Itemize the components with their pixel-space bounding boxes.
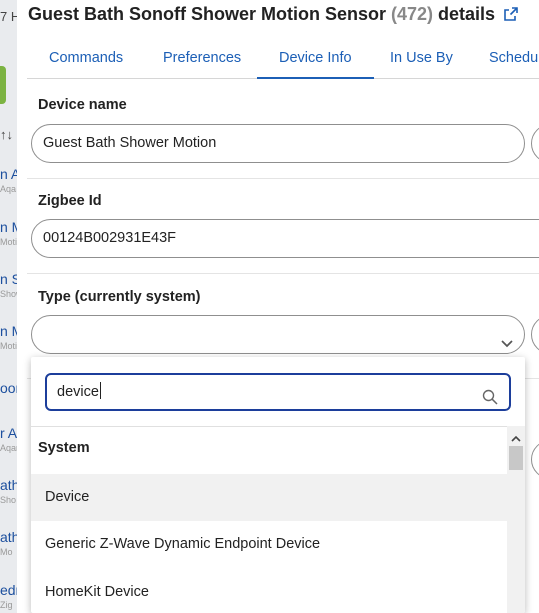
- tab-in-use-by[interactable]: In Use By: [368, 36, 475, 79]
- type-search-value: device: [57, 384, 99, 400]
- option-generic-zwave-dynamic-endpoint-device[interactable]: Generic Z-Wave Dynamic Endpoint Device: [31, 521, 507, 568]
- chevron-up-icon[interactable]: [511, 430, 521, 442]
- background-fragment: Sho: [0, 495, 17, 505]
- search-icon: [482, 384, 498, 405]
- type-side-button[interactable]: [531, 315, 539, 354]
- background-fragment: r Ac: [0, 425, 17, 441]
- tab-preferences[interactable]: Preferences: [141, 36, 263, 79]
- external-link-icon[interactable]: [503, 6, 519, 22]
- text-caret: [99, 382, 101, 399]
- type-select[interactable]: [31, 315, 525, 354]
- device-name-side-button[interactable]: [531, 124, 539, 163]
- lower-side-button[interactable]: [531, 440, 539, 479]
- background-fragment: n M: [0, 219, 17, 235]
- background-page: 7 H ↑↓ n A Aqa n M Moti n S Show n M Motic oon r Ac…: [0, 0, 17, 613]
- divider: [27, 178, 539, 179]
- device-name-input[interactable]: Guest Bath Shower Motion: [31, 124, 525, 163]
- background-fragment: edro: [0, 582, 17, 598]
- tab-schedule[interactable]: Schedul: [467, 36, 539, 79]
- background-fragment: 7 H: [0, 9, 17, 24]
- option-homekit-device[interactable]: HomeKit Device: [31, 569, 507, 613]
- background-fragment: Show: [0, 289, 17, 299]
- type-label: Type (currently system): [38, 289, 201, 305]
- device-id-count: (472): [391, 3, 434, 24]
- background-fragment: athr: [0, 529, 17, 545]
- device-title: Guest Bath Sonoff Shower Motion Sensor: [28, 3, 387, 24]
- device-details-dialog: Guest Bath Sonoff Shower Motion Sensor (…: [17, 0, 539, 613]
- tab-device-info[interactable]: Device Info: [257, 36, 374, 79]
- option-group-label: System: [38, 440, 90, 456]
- background-fragment: Aqar: [0, 443, 17, 453]
- tab-commands[interactable]: Commands: [27, 36, 145, 79]
- chevron-down-icon: [500, 328, 514, 348]
- background-fragment: n M: [0, 323, 17, 339]
- dropdown-divider: [31, 426, 525, 427]
- background-fragment: oon: [0, 380, 17, 396]
- background-fragment: n S: [0, 271, 17, 287]
- background-fragment: Aqa: [0, 184, 17, 194]
- type-search-input[interactable]: device: [45, 373, 511, 411]
- option-device[interactable]: Device: [31, 474, 507, 521]
- background-fragment: Motic: [0, 341, 17, 351]
- background-fragment: Zig: [0, 600, 13, 610]
- device-name-label: Device name: [38, 97, 127, 113]
- type-dropdown-panel: device System Device Generic Z-Wave Dyna…: [31, 357, 525, 613]
- title-suffix: details: [438, 3, 496, 24]
- tab-bar: Commands Preferences Device Info In Use …: [27, 36, 539, 79]
- scrollbar-thumb[interactable]: [509, 446, 523, 470]
- background-fragment: ↑↓: [0, 127, 13, 142]
- dialog-title: Guest Bath Sonoff Shower Motion Sensor (…: [28, 3, 519, 25]
- background-fragment: ath: [0, 477, 17, 493]
- dropdown-scrollbar[interactable]: [507, 426, 525, 613]
- divider: [27, 273, 539, 274]
- zigbee-id-input[interactable]: 00124B002931E43F: [31, 219, 539, 258]
- background-fragment: n A: [0, 166, 17, 182]
- background-green-button: [0, 66, 6, 104]
- background-fragment: Moti: [0, 237, 17, 247]
- background-fragment: Mo: [0, 547, 13, 557]
- zigbee-id-label: Zigbee Id: [38, 193, 102, 209]
